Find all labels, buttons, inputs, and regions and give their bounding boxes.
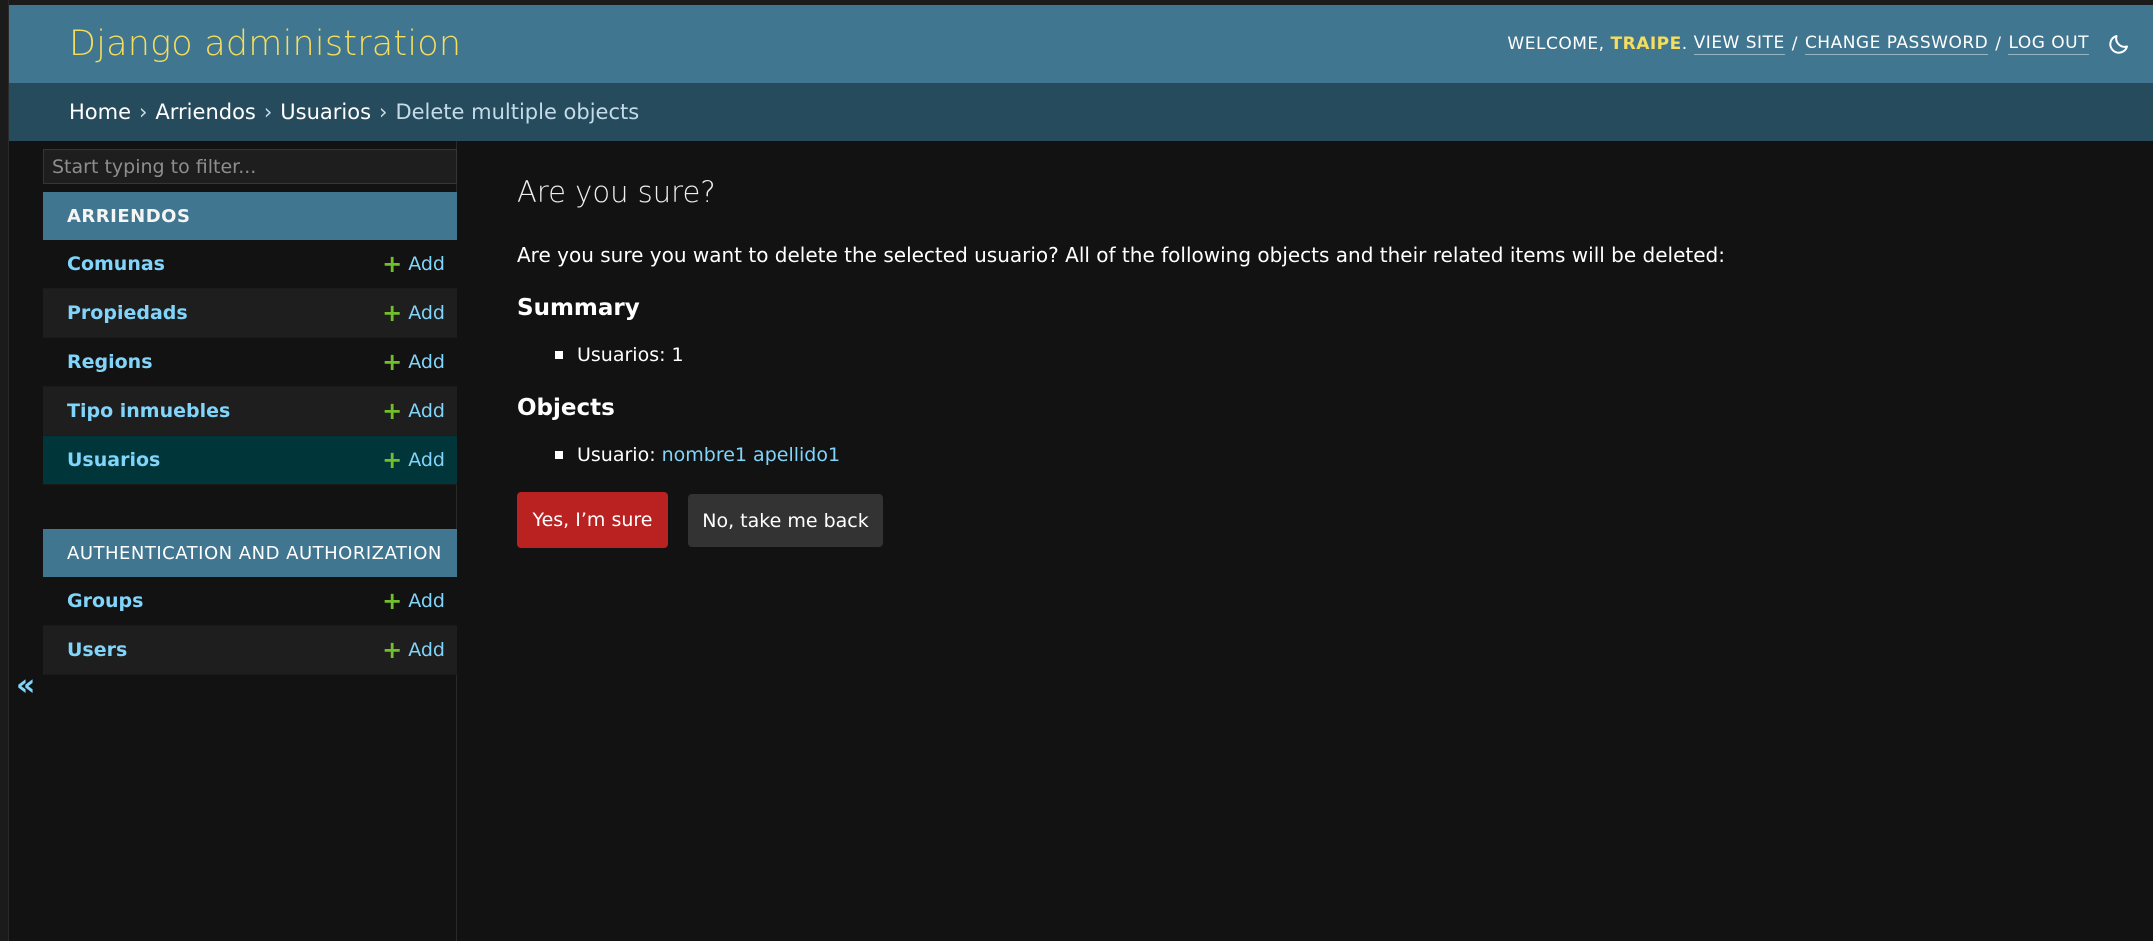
sidebar-item-propiedads: Propiedads + Add xyxy=(43,289,457,338)
add-label: Add xyxy=(408,302,445,324)
header: Django administration WELCOME, TRAIPE . … xyxy=(9,5,2153,83)
sidebar-item-label[interactable]: Comunas xyxy=(67,253,165,275)
plus-icon: + xyxy=(382,397,403,425)
breadcrumb-current: Delete multiple objects xyxy=(395,100,640,124)
add-label: Add xyxy=(408,590,445,612)
sidebar-filter-input[interactable] xyxy=(43,149,457,184)
user-tools: WELCOME, TRAIPE . VIEW SITE / CHANGE PAS… xyxy=(1507,32,2153,56)
sidebar-item-comunas: Comunas + Add xyxy=(43,240,457,289)
bullet-icon xyxy=(555,451,563,459)
breadcrumb-home[interactable]: Home xyxy=(69,100,131,124)
breadcrumb-arrow: › xyxy=(263,100,273,124)
separator: / xyxy=(1791,34,1798,54)
sidebar-item-label[interactable]: Propiedads xyxy=(67,302,188,324)
add-link[interactable]: + Add xyxy=(382,399,445,423)
sidebar-item-label[interactable]: Tipo inmuebles xyxy=(67,400,230,422)
change-password-link[interactable]: CHANGE PASSWORD xyxy=(1804,33,1989,55)
plus-icon: + xyxy=(382,299,403,327)
site-branding[interactable]: Django administration xyxy=(69,24,461,64)
sidebar-item-usuarios: Usuarios + Add xyxy=(43,436,457,485)
separator: / xyxy=(1995,34,2002,54)
object-item: Usuario: nombre1 apellido1 xyxy=(555,444,840,466)
cancel-button[interactable]: No, take me back xyxy=(688,494,883,547)
bullet-icon xyxy=(555,351,563,359)
confirm-delete-button[interactable]: Yes, I’m sure xyxy=(517,492,668,548)
moon-icon[interactable] xyxy=(2107,32,2131,56)
summary-item-text: Usuarios: 1 xyxy=(577,344,684,366)
add-label: Add xyxy=(408,400,445,422)
module-arriendos: ARRIENDOS Comunas + Add Propiedads + Add R… xyxy=(43,192,457,485)
add-link[interactable]: + Add xyxy=(382,638,445,662)
add-label: Add xyxy=(408,639,445,661)
breadcrumb-arrow: › xyxy=(139,100,148,124)
add-link[interactable]: + Add xyxy=(382,301,445,325)
sidebar-item-tipo-inmuebles: Tipo inmuebles + Add xyxy=(43,387,457,436)
view-site-link[interactable]: VIEW SITE xyxy=(1693,33,1785,55)
module-auth: AUTHENTICATION AND AUTHORIZATION Groups … xyxy=(43,529,457,675)
left-edge xyxy=(0,0,9,941)
sidebar-item-groups: Groups + Add xyxy=(43,577,457,626)
confirm-text: Are you sure you want to delete the sele… xyxy=(517,243,1725,267)
plus-icon: + xyxy=(382,348,403,376)
sidebar-item-label[interactable]: Usuarios xyxy=(67,449,160,471)
object-prefix: Usuario: xyxy=(577,444,656,466)
welcome-text: WELCOME, xyxy=(1507,34,1605,54)
add-link[interactable]: + Add xyxy=(382,350,445,374)
username-suffix: . xyxy=(1681,34,1688,54)
add-label: Add xyxy=(408,449,445,471)
breadcrumb-arrow: › xyxy=(379,100,388,124)
add-link[interactable]: + Add xyxy=(382,448,445,472)
sidebar-item-label[interactable]: Users xyxy=(67,639,127,661)
plus-icon: + xyxy=(382,636,403,664)
nav-sidebar: ARRIENDOS Comunas +Add Propiedads +Add R… xyxy=(43,141,457,941)
object-link[interactable]: nombre1 apellido1 xyxy=(662,444,840,466)
objects-heading: Objects xyxy=(517,395,615,421)
plus-icon: + xyxy=(382,587,403,615)
module-caption-auth[interactable]: AUTHENTICATION AND AUTHORIZATION xyxy=(43,529,457,577)
add-link[interactable]: + Add xyxy=(382,252,445,276)
sidebar-item-label[interactable]: Regions xyxy=(67,351,153,373)
summary-item: Usuarios: 1 xyxy=(555,344,684,366)
plus-icon: + xyxy=(382,446,403,474)
plus-icon: + xyxy=(382,250,403,278)
module-caption-arriendos[interactable]: ARRIENDOS xyxy=(43,192,457,240)
sidebar-item-label[interactable]: Groups xyxy=(67,590,143,612)
page-title: Are you sure? xyxy=(517,175,716,209)
sidebar-collapse-icon[interactable]: « xyxy=(16,668,35,703)
breadcrumb: Home › Arriendos › Usuarios › Delete mul… xyxy=(9,83,2153,141)
log-out-link[interactable]: LOG OUT xyxy=(2008,33,2089,55)
breadcrumb-usuarios[interactable]: Usuarios xyxy=(280,100,371,124)
breadcrumb-arriendos[interactable]: Arriendos xyxy=(155,100,255,124)
add-label: Add xyxy=(408,351,445,373)
add-link[interactable]: + Add xyxy=(382,589,445,613)
username: TRAIPE xyxy=(1610,34,1682,54)
sidebar-item-users: Users + Add xyxy=(43,626,457,675)
sidebar-item-regions: Regions + Add xyxy=(43,338,457,387)
add-label: Add xyxy=(408,253,445,275)
summary-heading: Summary xyxy=(517,295,640,321)
